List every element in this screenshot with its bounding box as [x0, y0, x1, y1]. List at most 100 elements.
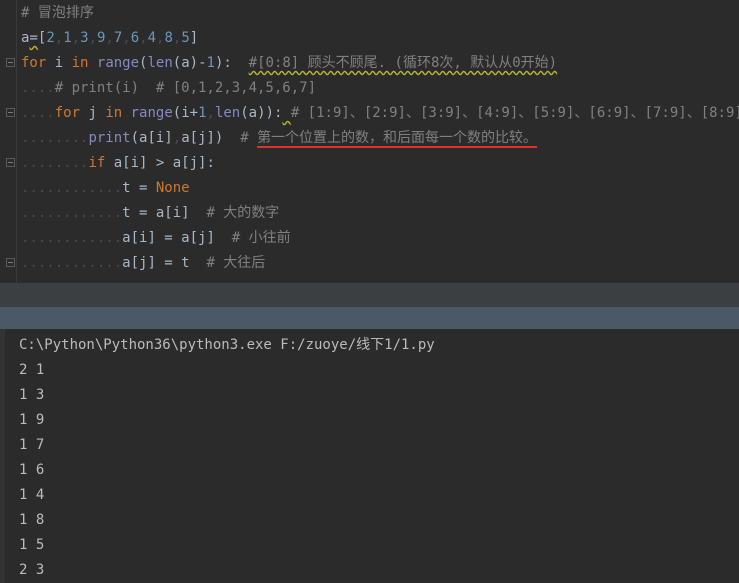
- code-token: # print(i) # [0,1,2,3,4,5,6,7]: [54, 80, 317, 96]
- code-token: (a)):: [240, 105, 283, 121]
- code-token: if: [88, 155, 106, 171]
- console-output-line: 1 8: [19, 512, 45, 528]
- code-token: print: [88, 130, 131, 146]
- code-token: ,: [172, 130, 182, 146]
- code-token: 7: [113, 30, 123, 46]
- code-token: len: [147, 55, 173, 71]
- code-token: (i+: [172, 105, 199, 121]
- code-line-1[interactable]: # 冒泡排序: [21, 1, 94, 25]
- code-token: i: [46, 55, 72, 71]
- code-token: 6: [130, 30, 140, 46]
- code-line-10[interactable]: ............a[i] = a[j] # 小往前: [21, 226, 291, 250]
- code-token: ............: [21, 255, 123, 271]
- code-token: t =: [122, 180, 156, 196]
- code-token: a[i] = a[j]: [122, 230, 215, 246]
- code-token: 2: [46, 30, 55, 46]
- code-token: ):: [214, 55, 232, 71]
- code-token: ....: [21, 80, 55, 96]
- console-output-line: 1 5: [19, 537, 45, 553]
- code-line-9[interactable]: ............t = a[i] # 大的数字: [21, 201, 279, 225]
- code-token: 8: [164, 30, 173, 46]
- code-token: # 大往后: [206, 255, 266, 271]
- console-gutter: [0, 329, 5, 583]
- fold-for-j-icon[interactable]: [6, 108, 15, 117]
- code-token: (a[i]: [130, 130, 173, 146]
- run-console[interactable]: C:\Python\Python36\python3.exe F:/zuoye/…: [0, 329, 739, 583]
- code-token: ,: [88, 30, 97, 46]
- code-token: ,: [139, 30, 148, 46]
- fold-end-icon[interactable]: [6, 258, 15, 267]
- editor-gutter: [16, 0, 17, 283]
- console-output-line: 1 3: [19, 387, 45, 403]
- code-token: #: [240, 130, 258, 146]
- code-token: 5: [181, 30, 190, 46]
- code-editor[interactable]: # 冒泡排序 a=[2,1,3,9,7,6,4,8,5] for i in rang…: [0, 0, 739, 283]
- code-token: ,: [206, 105, 215, 121]
- code-token: in: [71, 55, 89, 71]
- code-token: None: [155, 180, 190, 196]
- code-token: range: [130, 105, 173, 121]
- console-output-line: 2 3: [19, 562, 45, 578]
- code-token: in: [105, 105, 123, 121]
- console-output-line: 1 4: [19, 487, 45, 503]
- console-output-line: 2 1: [19, 362, 45, 378]
- code-token: ]: [189, 30, 199, 46]
- code-line-11[interactable]: ............a[j] = t # 大往后: [21, 251, 265, 275]
- code-token: ............: [21, 205, 123, 221]
- code-token: ........: [21, 155, 89, 171]
- code-token: for: [54, 105, 81, 121]
- code-token: range: [96, 55, 140, 71]
- fold-for-i-icon[interactable]: [6, 58, 15, 67]
- code-token: ,: [54, 30, 64, 46]
- code-token: ,: [122, 30, 131, 46]
- code-token: len: [214, 105, 241, 121]
- code-token: 第一个位置上的数，和后面每一个数的比较。: [257, 130, 538, 148]
- code-line-4[interactable]: ....# print(i) # [0,1,2,3,4,5,6,7]: [21, 76, 316, 100]
- console-output-line: 1 7: [19, 437, 45, 453]
- code-token: =: [29, 30, 38, 46]
- code-token: # 大的数字: [206, 205, 280, 221]
- code-token: ....: [21, 105, 55, 121]
- code-token: 3: [80, 30, 89, 46]
- code-token: # 冒泡排序: [21, 5, 94, 21]
- run-tool-window-header[interactable]: [0, 307, 739, 329]
- code-token: a[j]): [181, 130, 224, 146]
- code-token: t = a[i]: [122, 205, 190, 221]
- console-output-line: 1 6: [19, 462, 45, 478]
- console-output-line: 1 9: [19, 412, 45, 428]
- code-line-7[interactable]: ........if a[i] > a[j]:: [21, 151, 215, 175]
- code-token: 1: [206, 55, 215, 71]
- code-token: 4: [147, 30, 156, 46]
- code-token: ............: [21, 180, 123, 196]
- code-token: ........: [21, 130, 89, 146]
- console-command-line: C:\Python\Python36\python3.exe F:/zuoye/…: [19, 337, 435, 353]
- ide-window: # 冒泡排序 a=[2,1,3,9,7,6,4,8,5] for i in rang…: [0, 0, 739, 583]
- code-token: 1: [198, 105, 207, 121]
- code-token: ,: [105, 30, 114, 46]
- fold-if-icon[interactable]: [6, 158, 15, 167]
- code-token: (a)-: [172, 55, 207, 71]
- code-line-2[interactable]: a=[2,1,3,9,7,6,4,8,5]: [21, 26, 198, 50]
- code-token: #[0:8] 顾头不顾尾. (循环8次, 默认从0开始): [248, 55, 558, 71]
- code-token: a[i] > a[j]:: [105, 155, 215, 171]
- code-token: # 小往前: [231, 230, 291, 246]
- code-line-3[interactable]: for i in range(len(a)-1): #[0:8] 顾头不顾尾. …: [21, 51, 557, 75]
- code-line-6[interactable]: ........print(a[i],a[j]) # 第一个位置上的数，和后面每…: [21, 126, 538, 150]
- code-token: 1: [63, 30, 72, 46]
- editor-console-divider[interactable]: [0, 283, 739, 307]
- code-token: ............: [21, 230, 123, 246]
- code-token: for: [21, 55, 47, 71]
- code-token: j: [80, 105, 106, 121]
- code-line-8[interactable]: ............t = None: [21, 176, 190, 200]
- code-token: # [1:9]、[2:9]、[3:9]、[4:9]、[5:9]、[6:9]、[7…: [290, 105, 739, 121]
- code-token: ,: [71, 30, 81, 46]
- code-line-5[interactable]: ....for j in range(i+1,len(a)): # [1:9]、…: [21, 101, 739, 125]
- code-token: a[j] = t: [122, 255, 190, 271]
